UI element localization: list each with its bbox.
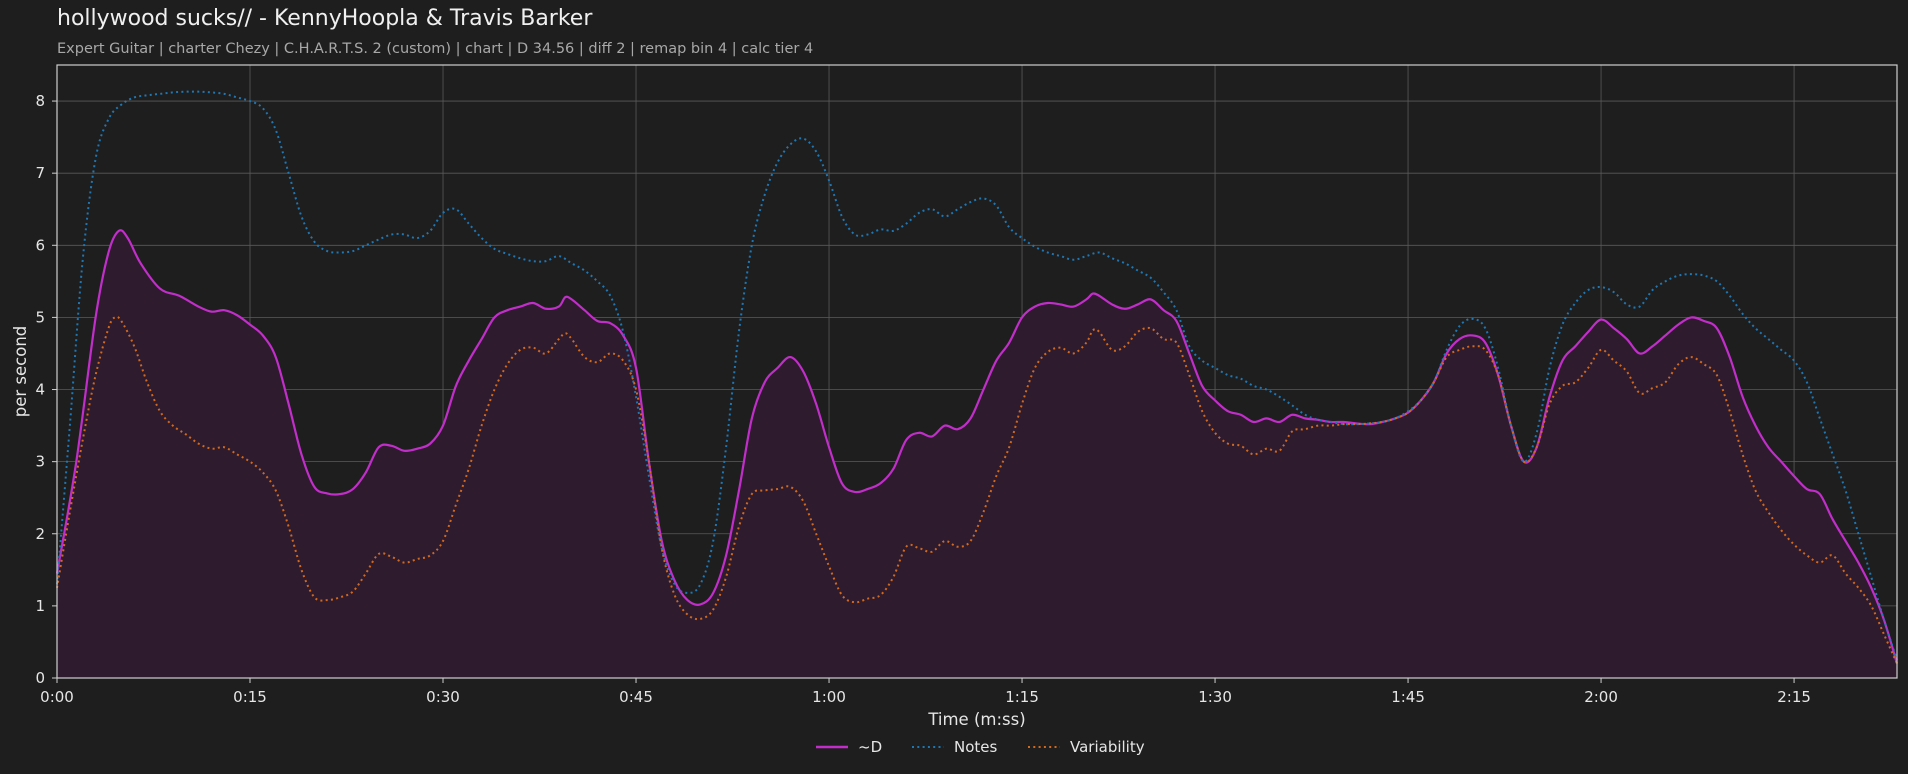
x-axis-label: Time (m:ss) <box>927 710 1025 729</box>
y-tick-label: 7 <box>35 164 45 182</box>
x-tick-label: 2:15 <box>1777 688 1811 706</box>
y-tick-label: 6 <box>35 236 45 254</box>
legend-label-notes: Notes <box>954 738 998 756</box>
y-tick-label: 5 <box>35 308 45 326</box>
x-tick-label: 1:30 <box>1198 688 1232 706</box>
x-tick-label: 0:45 <box>619 688 653 706</box>
x-tick-label: 1:00 <box>812 688 846 706</box>
x-tick-label: 2:00 <box>1584 688 1618 706</box>
legend-label-variability: Variability <box>1070 738 1145 756</box>
legend-label-d: ~D <box>858 738 882 756</box>
x-tick-label: 0:30 <box>426 688 460 706</box>
y-tick-label: 0 <box>35 669 45 687</box>
y-axis-label: per second <box>11 326 30 418</box>
legend: ~D Notes Variability <box>816 738 1145 756</box>
y-tick-label: 3 <box>35 453 45 471</box>
x-tick-label: 1:45 <box>1391 688 1425 706</box>
y-tick-label: 2 <box>35 525 45 543</box>
y-tick-label: 8 <box>35 92 45 110</box>
x-tick-label: 0:00 <box>40 688 74 706</box>
x-tick-label: 1:15 <box>1005 688 1039 706</box>
y-tick-label: 1 <box>35 597 45 615</box>
line-chart: 0:00 0:15 0:30 0:45 1:00 1:15 1:30 1:45 2:00 2:15… <box>11 64 1899 756</box>
y-tick-label: 4 <box>35 381 45 399</box>
x-tick-label: 0:15 <box>233 688 267 706</box>
